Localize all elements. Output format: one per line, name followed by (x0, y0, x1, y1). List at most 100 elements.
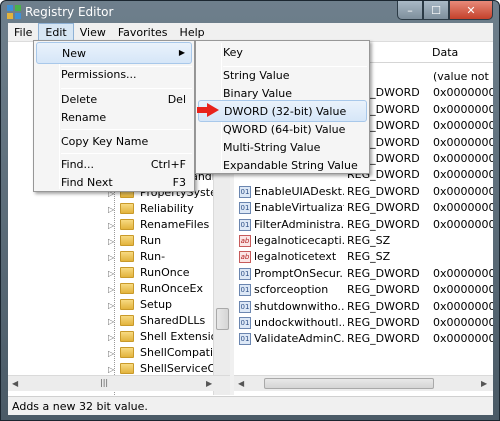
expand-arrow-icon[interactable]: ▷ (108, 333, 114, 342)
value-name: legalnoticetext (254, 250, 337, 264)
folder-icon (120, 363, 134, 374)
value-type: REG_DWORD (347, 299, 420, 313)
expand-arrow-icon[interactable]: ▷ (108, 285, 114, 294)
folder-icon (120, 203, 134, 214)
submenu-item-key[interactable]: Key (198, 42, 367, 64)
dword-value-icon: 01 (239, 284, 251, 297)
tree-scroll-thumb[interactable] (216, 308, 229, 330)
value-type: REG_DWORD (347, 283, 420, 297)
list-scroll-thumb[interactable] (264, 378, 434, 389)
expand-arrow-icon[interactable]: ▷ (108, 269, 114, 278)
value-data: 0x00000001 (1) (433, 152, 493, 165)
value-data: 0x00000000 (0) (433, 184, 493, 198)
value-name: PromptOnSecur... (254, 266, 344, 280)
tree-item-label: Run- (140, 250, 166, 263)
expand-arrow-icon[interactable]: ▷ (108, 237, 114, 246)
tree-item[interactable]: ▷ShellCompatibility (8, 345, 230, 361)
tree-item-label: RunOnceEx (140, 282, 203, 295)
value-data: 0x00000000 (0) (433, 332, 493, 346)
folder-icon (120, 299, 134, 310)
dword-value-icon: 01 (239, 202, 251, 215)
list-row[interactable]: 01undockwithoutl...REG_DWORD 0x00000001 (… (234, 315, 493, 331)
expand-arrow-icon[interactable]: ▷ (108, 349, 114, 358)
value-name: shutdownwitho... (254, 299, 344, 313)
submenu-arrow-icon: ▶ (178, 48, 185, 57)
string-value-icon: ab (239, 235, 251, 247)
string-value-icon: ab (239, 251, 251, 264)
value-data: (value not set) (433, 70, 493, 83)
column-header-data[interactable]: Data (432, 46, 458, 59)
value-data: 0x00000001 (1) (433, 201, 493, 215)
close-button[interactable]: ✕ (449, 1, 493, 20)
expand-arrow-icon[interactable]: ▷ (108, 301, 114, 310)
value-type: REG_SZ (347, 250, 391, 264)
value-data: 0x00000000 (0) (433, 217, 493, 231)
expand-arrow-icon[interactable]: ▷ (108, 317, 114, 326)
tree-item[interactable]: ▷ RunOnce (8, 265, 213, 281)
tree-scroll-thumb-h[interactable]: ||| (100, 378, 108, 387)
menu-item-copy-key-name[interactable]: Copy Key Name (36, 131, 192, 153)
minimize-button[interactable]: – (397, 1, 423, 20)
submenu-item-expandable-string-value[interactable]: Expandable String Value (198, 155, 367, 177)
scroll-left-icon[interactable]: ◀ (238, 379, 244, 388)
red-pointer-arrow-icon (197, 103, 219, 117)
tree-item-label: SharedDLLs (140, 314, 206, 327)
tree-item[interactable]: ▷ RenameFiles (8, 217, 213, 233)
status-bar: Adds a new 32 bit value. (8, 396, 493, 415)
folder-icon (120, 251, 134, 262)
value-type: REG_DWORD (347, 266, 420, 280)
value-data: 0x00000001 (1) (433, 266, 493, 280)
scroll-left-icon[interactable]: ◀ (12, 379, 18, 388)
tree-item[interactable]: ▷ RunOnceEx (8, 281, 213, 297)
list-row[interactable]: 01FilterAdministra...REG_DWORD 0x00000000… (234, 217, 493, 233)
menu-item-permissions[interactable]: Permissions... (36, 64, 192, 86)
list-row[interactable]: ab legalnoticetext REG_SZ (234, 249, 493, 265)
dword-value-icon: 01 (239, 267, 251, 280)
tree-item-label: Reliability (140, 202, 194, 215)
folder-icon (120, 283, 134, 294)
tree-item[interactable]: ▷ Reliability (8, 201, 213, 217)
menu-separator (61, 129, 192, 130)
tree-item[interactable]: ▷ Shell Extensions (8, 329, 230, 345)
value-data: 0x00000001 (1) (433, 299, 493, 313)
tree-horizontal-scrollbar[interactable]: ◀ ||| ▶ (8, 375, 230, 391)
tree-item[interactable]: ▷ Setup (8, 297, 213, 313)
tree-item-label: Setup (140, 298, 173, 311)
list-row[interactable]: 01shutdownwitho...REG_DWORD 0x00000001 (1… (234, 299, 493, 315)
folder-icon (120, 347, 134, 358)
tree-item-label: RunOnce (140, 266, 190, 279)
scroll-right-icon[interactable]: ▶ (481, 379, 487, 388)
menu-item-new[interactable]: New ▶ (36, 42, 192, 64)
list-row[interactable]: 01scforceoption REG_DWORD 0x00000000 (0) (234, 282, 493, 298)
folder-icon (120, 331, 134, 342)
value-data: 0x00000000 (0) (433, 283, 493, 297)
tree-item[interactable]: ▷ SharedDLLs (8, 313, 213, 329)
tree-item[interactable]: ▷ Run (8, 233, 213, 249)
list-row[interactable]: 01ValidateAdminC...REG_DWORD 0x00000000 (… (234, 331, 493, 347)
value-type: REG_SZ (347, 234, 391, 247)
registry-editor-app-icon (7, 5, 21, 19)
value-type: REG_DWORD (347, 217, 420, 231)
expand-arrow-icon[interactable]: ▷ (108, 205, 114, 214)
maximize-button[interactable]: ☐ (423, 1, 449, 20)
expand-arrow-icon[interactable]: ▷ (108, 221, 114, 230)
list-horizontal-scrollbar[interactable]: ◀ ▶ (234, 375, 493, 391)
folder-icon (120, 235, 134, 246)
scroll-right-icon[interactable]: ▶ (206, 379, 212, 388)
folder-icon (120, 315, 134, 326)
tree-item[interactable]: ▷ Run- (8, 249, 213, 265)
list-row[interactable]: ab legalnoticecapti... REG_SZ (234, 233, 493, 249)
value-name: legalnoticecapti... (254, 234, 344, 247)
value-name: scforceoption (254, 283, 329, 297)
list-row[interactable]: 01PromptOnSecur...REG_DWORD 0x00000001 (1… (234, 266, 493, 282)
edit-menu: New ▶ Permissions... Delete Del Rename C… (33, 40, 195, 192)
list-row[interactable]: 01EnableUIADeskt...REG_DWORD 0x00000000 (… (234, 184, 493, 200)
folder-icon (120, 219, 134, 230)
menu-item-find-next[interactable]: Find Next F3 (36, 172, 192, 194)
value-name: FilterAdministra... (254, 217, 344, 231)
list-row[interactable]: 01EnableVirtualizat...REG_DWORD 0x0000000… (234, 200, 493, 216)
expand-arrow-icon[interactable]: ▷ (108, 365, 114, 374)
expand-arrow-icon[interactable]: ▷ (108, 253, 114, 262)
menu-item-rename[interactable]: Rename (36, 107, 192, 129)
folder-icon (120, 267, 134, 278)
